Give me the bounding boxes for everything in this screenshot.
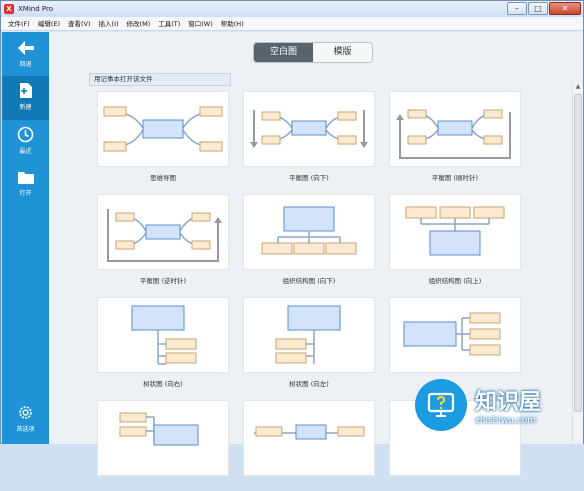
template-label: 树状图 (向右) (143, 380, 183, 388)
template-thumbnail (97, 194, 229, 270)
gear-icon (19, 406, 32, 419)
template-card-row4-1[interactable] (97, 400, 229, 491)
sidebar-new-label: 新建 (19, 104, 32, 111)
sidebar-preferences[interactable]: 首选项 (2, 398, 49, 442)
folder-icon (17, 172, 34, 184)
window-title: XMind Pro (18, 5, 53, 13)
template-label: 平衡图 (顺时针) (431, 174, 479, 182)
template-thumbnail (389, 297, 521, 373)
template-card-mind-map[interactable]: 思维导图 (97, 91, 229, 182)
sidebar-back-label: 回退 (19, 61, 32, 68)
sidebar-recent-label: 最近 (19, 148, 32, 155)
menu-window[interactable]: 窗口(W) (184, 17, 217, 31)
new-file-icon (19, 83, 32, 98)
template-label (243, 481, 375, 491)
template-card-balance-clockwise[interactable]: 平衡图 (顺时针) (389, 91, 521, 182)
template-card-balance-down[interactable]: 平衡图 (向下) (243, 91, 375, 182)
template-label: 平衡图 (逆时针) (139, 277, 187, 285)
template-thumbnail (97, 297, 229, 373)
watermark-brand: 知识屋 (475, 390, 542, 415)
mode-switch: 空白图 模版 (253, 42, 373, 63)
menu-file[interactable]: 文件(F) (4, 17, 34, 31)
menu-bar: 文件(F) 编辑(E) 查看(V) 插入(I) 修改(M) 工具(T) 窗口(W… (1, 17, 583, 31)
tab-blank-map[interactable]: 空白图 (254, 43, 313, 62)
sidebar-preferences-label: 首选项 (16, 426, 35, 433)
watermark: 知识屋 zhishiwu.com (415, 369, 581, 441)
sidebar-back[interactable]: 回退 (2, 34, 49, 78)
menu-tools[interactable]: 工具(T) (154, 17, 184, 31)
app-window: X XMind Pro – □ ✕ 文件(F) 编辑(E) 查看(V) 插入(I… (0, 0, 584, 476)
menu-help[interactable]: 帮助(H) (217, 17, 248, 31)
template-label: 平衡图 (向下) (289, 174, 329, 182)
clock-icon (17, 126, 34, 143)
sidebar-open[interactable]: 打开 (2, 164, 49, 208)
watermark-logo-icon (415, 379, 467, 431)
scroll-thumb[interactable] (574, 94, 582, 412)
template-card-row4-2[interactable] (243, 400, 375, 491)
template-card-org-down[interactable]: 组织结构图 (向下) (243, 194, 375, 285)
open-with-notepad-link[interactable]: 用记事本打开该文件 (89, 73, 231, 86)
template-label: 组织结构图 (向上) (428, 277, 482, 285)
watermark-url: zhishiwu.com (475, 416, 536, 426)
scroll-up-arrow-icon[interactable]: ▲ (573, 82, 583, 92)
template-thumbnail (243, 400, 375, 476)
back-arrow-icon (17, 41, 34, 55)
menu-edit[interactable]: 编辑(E) (34, 17, 64, 31)
template-label (97, 481, 229, 491)
template-thumbnail (389, 91, 521, 167)
template-card-org-up[interactable]: 组织结构图 (向上) (389, 194, 521, 285)
sidebar: 回退 新建 最近 打开 首选项 (2, 32, 49, 444)
menu-view[interactable]: 查看(V) (64, 17, 95, 31)
template-label: 思维导图 (150, 174, 176, 182)
template-thumbnail (97, 91, 229, 167)
template-label: 树状图 (向左) (289, 380, 329, 388)
close-button[interactable]: ✕ (549, 2, 581, 15)
template-thumbnail (243, 194, 375, 270)
maximize-button[interactable]: □ (528, 2, 548, 15)
template-card-balance-counterclockwise[interactable]: 平衡图 (逆时针) (97, 194, 229, 285)
template-label (389, 481, 521, 491)
sidebar-recent[interactable]: 最近 (2, 120, 49, 164)
tab-templates[interactable]: 模版 (313, 43, 372, 62)
menu-modify[interactable]: 修改(M) (123, 17, 155, 31)
title-bar: X XMind Pro – □ ✕ (1, 1, 583, 17)
template-label: 组织结构图 (向下) (282, 277, 336, 285)
sidebar-new[interactable]: 新建 (2, 76, 49, 120)
sidebar-open-label: 打开 (19, 190, 32, 197)
minimize-button[interactable]: – (507, 2, 527, 15)
menu-insert[interactable]: 插入(I) (95, 17, 123, 31)
template-thumbnail (243, 297, 375, 373)
template-thumbnail (389, 194, 521, 270)
template-thumbnail (97, 400, 229, 476)
app-icon: X (4, 4, 14, 14)
template-card-tree-right[interactable]: 树状图 (向右) (97, 297, 229, 388)
template-thumbnail (243, 91, 375, 167)
template-card-tree-left[interactable]: 树状图 (向左) (243, 297, 375, 388)
